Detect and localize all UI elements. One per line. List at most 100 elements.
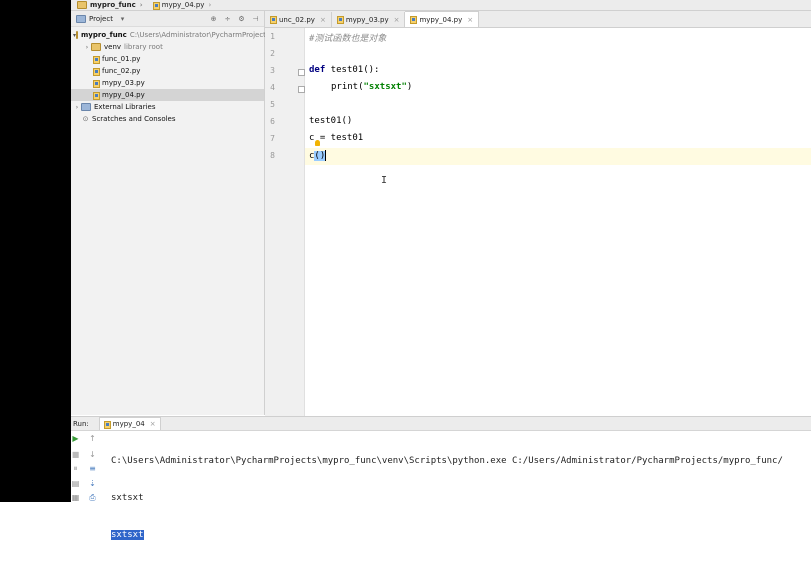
run-panel-header: Run: mypy_04 × [71, 417, 811, 431]
project-tree: ▾ mypro_func C:\Users\Administrator\Pych… [71, 27, 266, 125]
tree-item-external-libraries[interactable]: › External Libraries [71, 101, 264, 113]
python-file-icon [410, 16, 418, 24]
code-line-4: print("sxtsxt") [331, 82, 412, 92]
python-file-icon [103, 420, 111, 429]
chevron-down-icon[interactable]: ▾ [118, 14, 127, 23]
project-panel-header: Project ▾ ⊕ ÷ ⚙ ⊣ [71, 11, 264, 27]
close-icon[interactable]: × [394, 16, 400, 24]
tree-item-label: func_01.py [102, 55, 141, 63]
tab-label: mypy_03.py [345, 15, 389, 24]
code-line-3: def test01(): [309, 65, 379, 75]
stop-icon[interactable]: ■ [71, 450, 80, 459]
keyword-def: def [309, 65, 326, 75]
python-file-icon [93, 91, 100, 100]
tab-func-02[interactable]: unc_02.py × [265, 12, 332, 27]
soft-wrap-icon[interactable]: ≡ [88, 464, 97, 473]
console-output[interactable]: C:\Users\Administrator\PycharmProjects\m… [111, 433, 783, 564]
breadcrumb-file[interactable]: mypy_04.py › [147, 0, 216, 10]
tree-item-scratches[interactable]: ⊙ Scratches and Consoles [71, 113, 264, 125]
down-arrow-icon[interactable]: ↓ [88, 450, 97, 459]
layout-icon[interactable]: ▤ [71, 479, 80, 488]
tree-item-func-01[interactable]: func_01.py [71, 53, 264, 65]
tree-item-mypy-03[interactable]: mypy_03.py [71, 77, 264, 89]
console-output-selected: sxtsxt [111, 530, 144, 540]
rerun-icon[interactable]: ▶ [71, 434, 80, 443]
project-panel: Project ▾ ⊕ ÷ ⚙ ⊣ ▾ mypro_func C:\Users\… [71, 11, 266, 415]
expand-arrow-icon[interactable]: › [73, 104, 81, 111]
hide-icon[interactable]: ⊣ [251, 14, 260, 23]
tree-item-label: mypy_03.py [102, 79, 145, 87]
run-tab-mypy-04[interactable]: mypy_04 × [98, 417, 161, 430]
pause-icon[interactable]: ⏸ [71, 464, 80, 473]
close-icon[interactable]: × [150, 420, 156, 428]
breadcrumb-project-label: mypro_func [90, 1, 136, 9]
tree-item-label: Scratches and Consoles [92, 115, 176, 123]
fold-marker-icon[interactable] [298, 86, 305, 93]
line-number: 4 [270, 83, 275, 92]
tree-item-venv[interactable]: › venv library root [71, 41, 264, 53]
line-number: 8 [270, 151, 275, 160]
breadcrumb: mypro_func › mypy_04.py › [71, 0, 811, 11]
matched-parens: () [314, 151, 326, 161]
intention-bulb-icon[interactable] [315, 140, 320, 146]
run-tab-label: mypy_04 [112, 420, 145, 428]
text-cursor-icon: I [381, 175, 388, 186]
python-file-icon [93, 79, 100, 88]
fold-marker-icon[interactable] [298, 69, 305, 76]
line-number: 5 [270, 100, 275, 109]
tree-item-mypy-04[interactable]: mypy_04.py [71, 89, 264, 101]
gear-icon[interactable]: ⚙ [237, 14, 246, 23]
line-number: 2 [270, 49, 275, 58]
tree-item-func-02[interactable]: func_02.py [71, 65, 264, 77]
code-editor[interactable]: 1 2 3 4 5 6 7 8 #测试函数也是对象 def test01(): … [265, 28, 811, 416]
left-black-area [0, 0, 71, 502]
tree-item-label: mypy_04.py [102, 91, 145, 99]
tree-item-label: venv [104, 43, 122, 51]
expand-arrow-icon[interactable]: › [83, 44, 91, 51]
line-number: 3 [270, 66, 275, 75]
string-literal: "sxtsxt" [363, 82, 407, 92]
python-file-icon [93, 67, 100, 76]
run-label: Run: [73, 419, 89, 428]
up-arrow-icon[interactable]: ↑ [88, 434, 97, 443]
tree-item-hint: library root [124, 43, 163, 51]
close-icon[interactable]: × [320, 16, 326, 24]
code-comment: #测试函数也是对象 [309, 34, 387, 44]
print-icon[interactable]: ⎙ [88, 493, 97, 502]
console-output-line: sxtsxt [111, 493, 144, 503]
sync-icon[interactable]: ⊕ [209, 14, 218, 23]
close-icon[interactable]: × [467, 16, 473, 24]
scratches-icon: ⊙ [82, 115, 89, 123]
library-icon [81, 103, 91, 111]
breadcrumb-file-label: mypy_04.py [161, 1, 205, 9]
breadcrumb-separator-icon: › [208, 1, 212, 9]
console-command-line: C:\Users\Administrator\PycharmProjects\m… [111, 456, 783, 466]
project-view-selector[interactable]: Project [89, 15, 113, 23]
tab-mypy-04[interactable]: mypy_04.py × [405, 11, 480, 27]
function-signature: test01(): [325, 65, 380, 75]
folder-icon [76, 31, 79, 39]
line-number: 7 [270, 134, 275, 143]
python-file-icon [152, 1, 160, 10]
editor-gutter: 1 2 3 4 5 6 7 8 [265, 28, 305, 416]
breadcrumb-separator-icon: › [139, 1, 143, 9]
tree-item-project-root[interactable]: ▾ mypro_func C:\Users\Administrator\Pych… [71, 29, 266, 41]
collapse-icon[interactable]: ÷ [223, 14, 232, 23]
code-text: test01() [309, 116, 353, 126]
run-panel: Run: mypy_04 × ▶ ↑ ■ ↓ ⏸ ≡ ▤ ⇣ ▦ ⎙ C:\Us… [71, 416, 811, 540]
breadcrumb-project[interactable]: mypro_func › [71, 0, 147, 10]
project-icon [76, 14, 86, 23]
scroll-to-end-icon[interactable]: ⇣ [88, 479, 97, 488]
tree-item-label: External Libraries [94, 103, 156, 111]
text-caret [325, 150, 327, 161]
code-line-8: c() [309, 150, 327, 161]
code-line-6: test01() [309, 116, 352, 126]
python-file-icon [336, 16, 344, 24]
folder-icon [91, 43, 101, 51]
line-number: 1 [270, 32, 275, 41]
tab-mypy-03[interactable]: mypy_03.py × [332, 12, 406, 27]
tree-item-path: C:\Users\Administrator\PycharmProject [129, 31, 266, 39]
current-line-highlight [265, 148, 811, 165]
tree-item-label: func_02.py [102, 67, 141, 75]
pin-icon[interactable]: ▦ [71, 493, 80, 502]
